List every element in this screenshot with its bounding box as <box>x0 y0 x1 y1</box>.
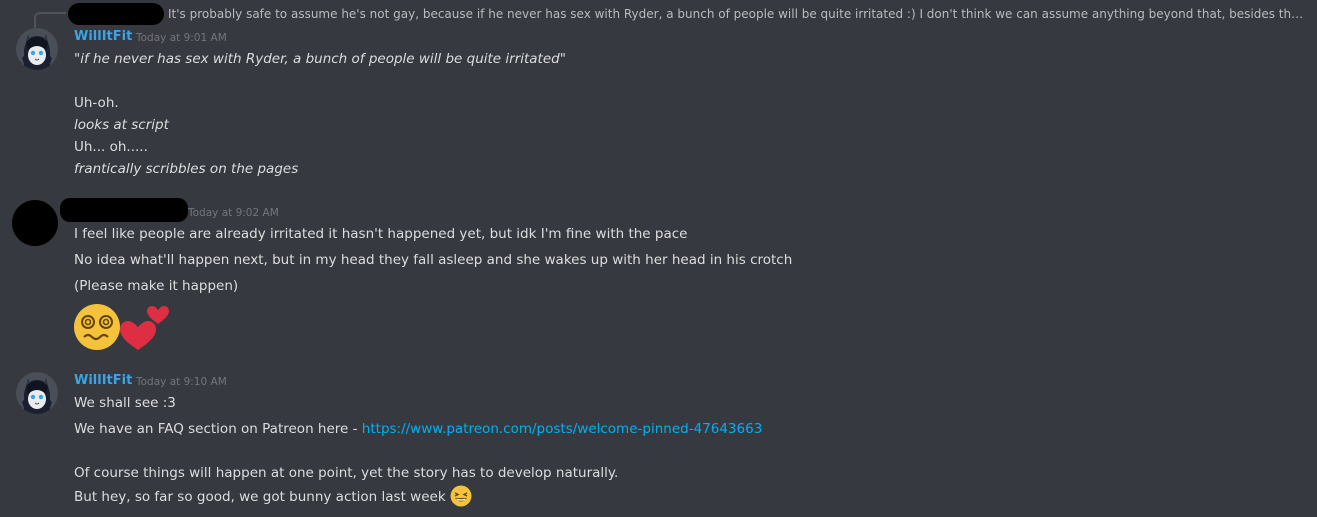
message-line: Of course things will happen at one poin… <box>74 465 619 481</box>
reply-preview-text[interactable]: It's probably safe to assume he's not ga… <box>168 6 1308 22</box>
message-line: Uh... oh..... <box>74 139 148 155</box>
message-line: (Please make it happen) <box>74 278 239 294</box>
message-line: "if he never has sex with Ryder, a bunch… <box>74 51 566 67</box>
reply-connector <box>34 12 66 28</box>
avatar[interactable] <box>16 372 58 414</box>
furry-character-avatar-icon <box>16 372 58 414</box>
message-line: Uh-oh. <box>74 95 119 111</box>
grinning-squinting-emoji[interactable] <box>450 485 472 507</box>
message-line: No idea what'll happen next, but in my h… <box>74 252 793 268</box>
timestamp: Today at 9:02 AM <box>188 207 279 219</box>
username[interactable]: WillItFit <box>74 373 132 389</box>
message-line: But hey, so far so good, we got bunny ac… <box>74 485 472 507</box>
avatar[interactable] <box>16 28 58 70</box>
redacted-username <box>60 198 188 222</box>
message-line: frantically scribbles on the pages <box>74 161 299 177</box>
redacted-reply-author <box>68 3 164 25</box>
timestamp: Today at 9:01 AM <box>136 32 227 44</box>
message-line: looks at script <box>74 117 169 133</box>
message-text: But hey, so far so good, we got bunny ac… <box>74 489 446 505</box>
message-line: I feel like people are already irritated… <box>74 226 688 242</box>
two-hearts-emoji[interactable] <box>120 306 169 350</box>
woozy-face-emoji[interactable] <box>74 304 120 350</box>
avatar[interactable] <box>12 200 58 246</box>
furry-character-avatar-icon <box>16 28 58 70</box>
chat-messages: It's probably safe to assume he's not ga… <box>0 0 1317 517</box>
emoji-row <box>74 302 174 356</box>
message-line: We shall see :3 <box>74 395 176 411</box>
username[interactable]: WillItFit <box>74 29 132 45</box>
message-text: We have an FAQ section on Patreon here - <box>74 421 362 437</box>
patreon-link[interactable]: https://www.patreon.com/posts/welcome-pi… <box>362 421 763 437</box>
message-line: We have an FAQ section on Patreon here -… <box>74 419 762 439</box>
timestamp: Today at 9:10 AM <box>136 376 227 388</box>
